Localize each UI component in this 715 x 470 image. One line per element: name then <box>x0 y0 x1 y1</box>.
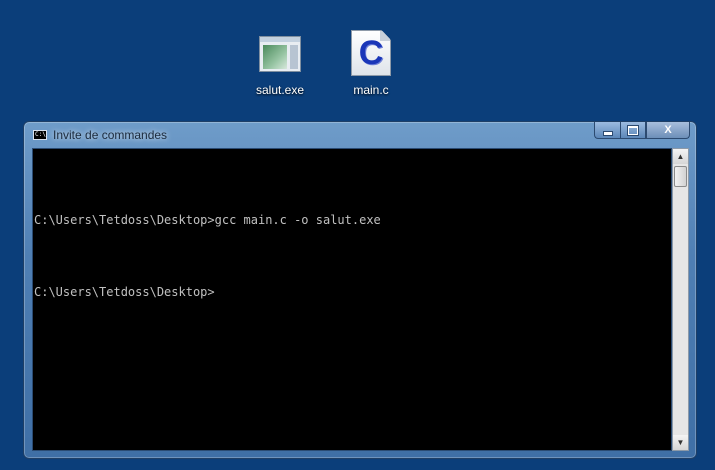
arrow-down-icon: ▼ <box>676 438 685 447</box>
caption-buttons: X <box>594 122 690 139</box>
c-source-file-icon: C <box>347 28 395 78</box>
console-output[interactable]: C:\Users\Tetdoss\Desktop>gcc main.c -o s… <box>32 148 672 451</box>
desktop-icon-salut-exe[interactable]: salut.exe <box>240 30 320 97</box>
c-letter-glyph: C <box>358 34 384 72</box>
scroll-thumb[interactable] <box>674 166 687 187</box>
close-icon: X <box>664 124 672 136</box>
application-icon <box>256 30 304 78</box>
scroll-down-button[interactable]: ▼ <box>673 435 688 450</box>
desktop-icon-label: salut.exe <box>255 83 305 97</box>
window-title: Invite de commandes <box>53 128 168 142</box>
console-line: C:\Users\Tetdoss\Desktop> <box>34 285 215 299</box>
desktop-icon-main-c[interactable]: C main.c <box>331 28 411 97</box>
maximize-icon <box>628 125 638 135</box>
command-prompt-window[interactable]: C:\ Invite de commandes X C:\Users\Tetdo… <box>23 121 697 459</box>
maximize-button[interactable] <box>620 122 646 139</box>
console-line: C:\Users\Tetdoss\Desktop>gcc main.c -o s… <box>34 213 381 227</box>
minimize-icon <box>602 130 613 136</box>
minimize-button[interactable] <box>594 122 620 139</box>
vertical-scrollbar[interactable]: ▲ ▼ <box>672 148 689 451</box>
window-titlebar[interactable]: C:\ Invite de commandes X <box>24 122 696 148</box>
desktop-icon-label: main.c <box>353 83 389 97</box>
scroll-up-button[interactable]: ▲ <box>673 149 688 164</box>
console-app-icon: C:\ <box>33 130 47 140</box>
close-button[interactable]: X <box>646 122 690 139</box>
arrow-up-icon: ▲ <box>676 152 685 161</box>
